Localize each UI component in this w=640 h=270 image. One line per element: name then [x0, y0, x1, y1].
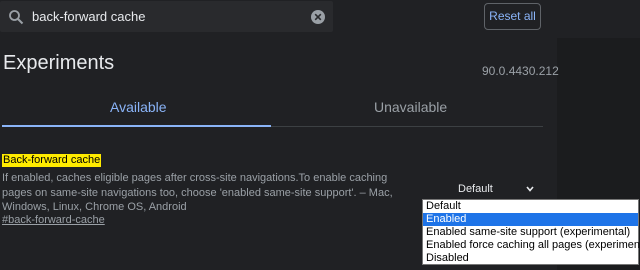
search-box[interactable]	[0, 1, 333, 32]
version-label: 90.0.4430.212	[482, 64, 559, 78]
tab-divider	[271, 126, 543, 127]
select-value: Default	[458, 183, 493, 195]
option-enabled-force-caching[interactable]: Enabled force caching all pages (experim…	[423, 239, 640, 252]
experiment-link[interactable]: #back-forward-cache	[2, 214, 105, 226]
tab-available[interactable]: Available	[110, 99, 167, 115]
tab-unavailable[interactable]: Unavailable	[374, 99, 447, 115]
chevron-down-icon	[526, 186, 534, 192]
reset-all-button[interactable]: Reset all	[484, 3, 541, 30]
option-enabled[interactable]: Enabled	[423, 213, 638, 226]
tab-active-indicator	[2, 125, 271, 127]
search-toolbar: Reset all	[0, 0, 640, 34]
search-input[interactable]	[32, 1, 302, 32]
experiment-state-select[interactable]: Default	[421, 180, 539, 199]
experiment-name: Back-forward cache	[2, 154, 102, 167]
option-disabled[interactable]: Disabled	[423, 252, 638, 265]
flags-page: Reset all Experiments 90.0.4430.212 Avai…	[0, 0, 640, 270]
page-title: Experiments	[3, 52, 115, 74]
clear-icon[interactable]	[311, 10, 325, 24]
experiment-description: If enabled, caches eligible pages after …	[2, 172, 393, 213]
search-icon	[9, 10, 24, 25]
select-dropdown-list: Default Enabled Enabled same-site suppor…	[422, 199, 640, 265]
option-enabled-same-site[interactable]: Enabled same-site support (experimental)	[423, 226, 638, 239]
option-default[interactable]: Default	[423, 200, 638, 213]
